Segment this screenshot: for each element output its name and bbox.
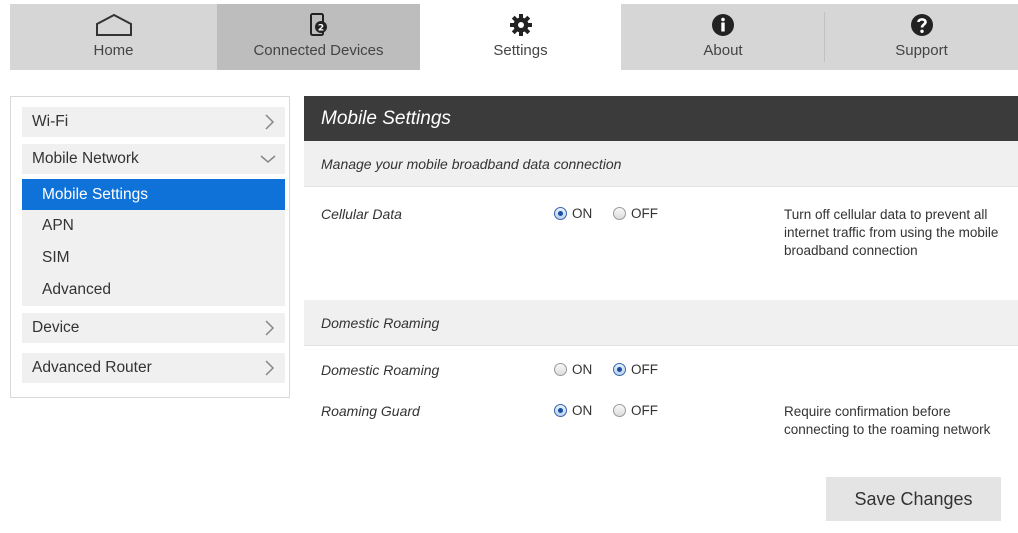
sidebar-item-advanced-router[interactable]: Advanced Router	[22, 353, 285, 383]
top-nav: Home 2 Connected Devices Settings About …	[10, 4, 1018, 70]
sidebar-item-mobile-settings[interactable]: Mobile Settings	[22, 179, 285, 210]
domestic-roaming-on-radio[interactable]: ON	[554, 362, 592, 377]
tab-support[interactable]: Support	[825, 4, 1018, 70]
sidebar-item-device-label: Device	[32, 319, 80, 336]
help-icon	[910, 4, 934, 40]
tab-about-label: About	[703, 42, 743, 59]
tab-support-label: Support	[895, 42, 948, 59]
domestic-roaming-section: Domestic Roaming	[304, 300, 1018, 345]
roaming-guard-off-label: OFF	[631, 403, 658, 418]
chevron-right-icon	[265, 114, 275, 130]
cellular-data-on-indicator[interactable]	[554, 207, 567, 220]
chevron-right-icon	[265, 360, 275, 376]
roaming-guard-off-indicator[interactable]	[613, 404, 626, 417]
cellular-data-on-label: ON	[572, 206, 593, 221]
chevron-right-icon	[265, 320, 275, 336]
app-root: Home 2 Connected Devices Settings About …	[0, 0, 1018, 533]
roaming-guard-on-indicator[interactable]	[554, 404, 567, 417]
roaming-guard-off-radio[interactable]: OFF	[613, 403, 658, 418]
section-subtitle: Manage your mobile broadband data connec…	[304, 141, 1018, 186]
tab-about[interactable]: About	[621, 4, 825, 70]
device-count-badge: 2	[317, 24, 323, 34]
tab-home-label: Home	[93, 42, 134, 59]
sidebar-item-advanced-label: Advanced	[42, 281, 111, 298]
domestic-roaming-label: Domestic Roaming	[321, 362, 440, 378]
tab-connected-devices[interactable]: 2 Connected Devices	[217, 4, 420, 70]
sidebar-item-sim-label: SIM	[42, 249, 70, 266]
domestic-roaming-on-label: ON	[572, 362, 593, 377]
domestic-roaming-on-indicator[interactable]	[554, 363, 567, 376]
save-changes-button[interactable]: Save Changes	[826, 477, 1001, 521]
cellular-data-on-radio[interactable]: ON	[554, 206, 592, 221]
sidebar-item-advanced[interactable]: Advanced	[22, 274, 285, 306]
cellular-data-off-label: OFF	[631, 206, 658, 221]
sidebar-item-device[interactable]: Device	[22, 313, 285, 343]
roaming-guard-on-label: ON	[572, 403, 593, 418]
roaming-guard-description: Require confirmation before connecting t…	[784, 404, 991, 437]
roaming-guard-on-radio[interactable]: ON	[554, 403, 592, 418]
gear-icon	[509, 4, 533, 40]
cellular-data-label: Cellular Data	[321, 206, 402, 222]
tab-settings[interactable]: Settings	[420, 4, 621, 70]
domestic-roaming-off-indicator[interactable]	[613, 363, 626, 376]
domestic-roaming-off-label: OFF	[631, 362, 658, 377]
divider	[304, 186, 1018, 187]
home-icon	[95, 4, 133, 40]
device-icon: 2	[309, 4, 328, 40]
sidebar-item-mobile-network[interactable]: Mobile Network	[22, 144, 285, 174]
sidebar-item-wifi[interactable]: Wi-Fi	[22, 107, 285, 137]
page-title: Mobile Settings	[304, 96, 1018, 141]
sidebar-item-apn-label: APN	[42, 217, 74, 234]
tab-home[interactable]: Home	[10, 4, 217, 70]
divider	[304, 345, 1018, 346]
cellular-data-off-radio[interactable]: OFF	[613, 206, 658, 221]
info-icon	[711, 4, 735, 40]
domestic-roaming-off-radio[interactable]: OFF	[613, 362, 658, 377]
chevron-down-icon	[260, 155, 276, 163]
sidebar-item-apn[interactable]: APN	[22, 210, 285, 242]
cellular-data-description: Turn off cellular data to prevent all in…	[784, 207, 999, 258]
sidebar-item-mobile-network-label: Mobile Network	[32, 150, 139, 167]
roaming-guard-label: Roaming Guard	[321, 403, 420, 419]
sidebar-item-mobile-settings-label: Mobile Settings	[42, 185, 148, 203]
sidebar-item-wifi-label: Wi-Fi	[32, 113, 69, 130]
sidebar-item-advanced-router-label: Advanced Router	[32, 359, 152, 376]
tab-connected-devices-label: Connected Devices	[253, 42, 384, 59]
tab-settings-label: Settings	[493, 42, 548, 59]
sidebar-item-sim[interactable]: SIM	[22, 242, 285, 274]
sidebar: Wi-Fi Mobile Network Mobile Settings APN…	[10, 96, 290, 398]
cellular-data-off-indicator[interactable]	[613, 207, 626, 220]
